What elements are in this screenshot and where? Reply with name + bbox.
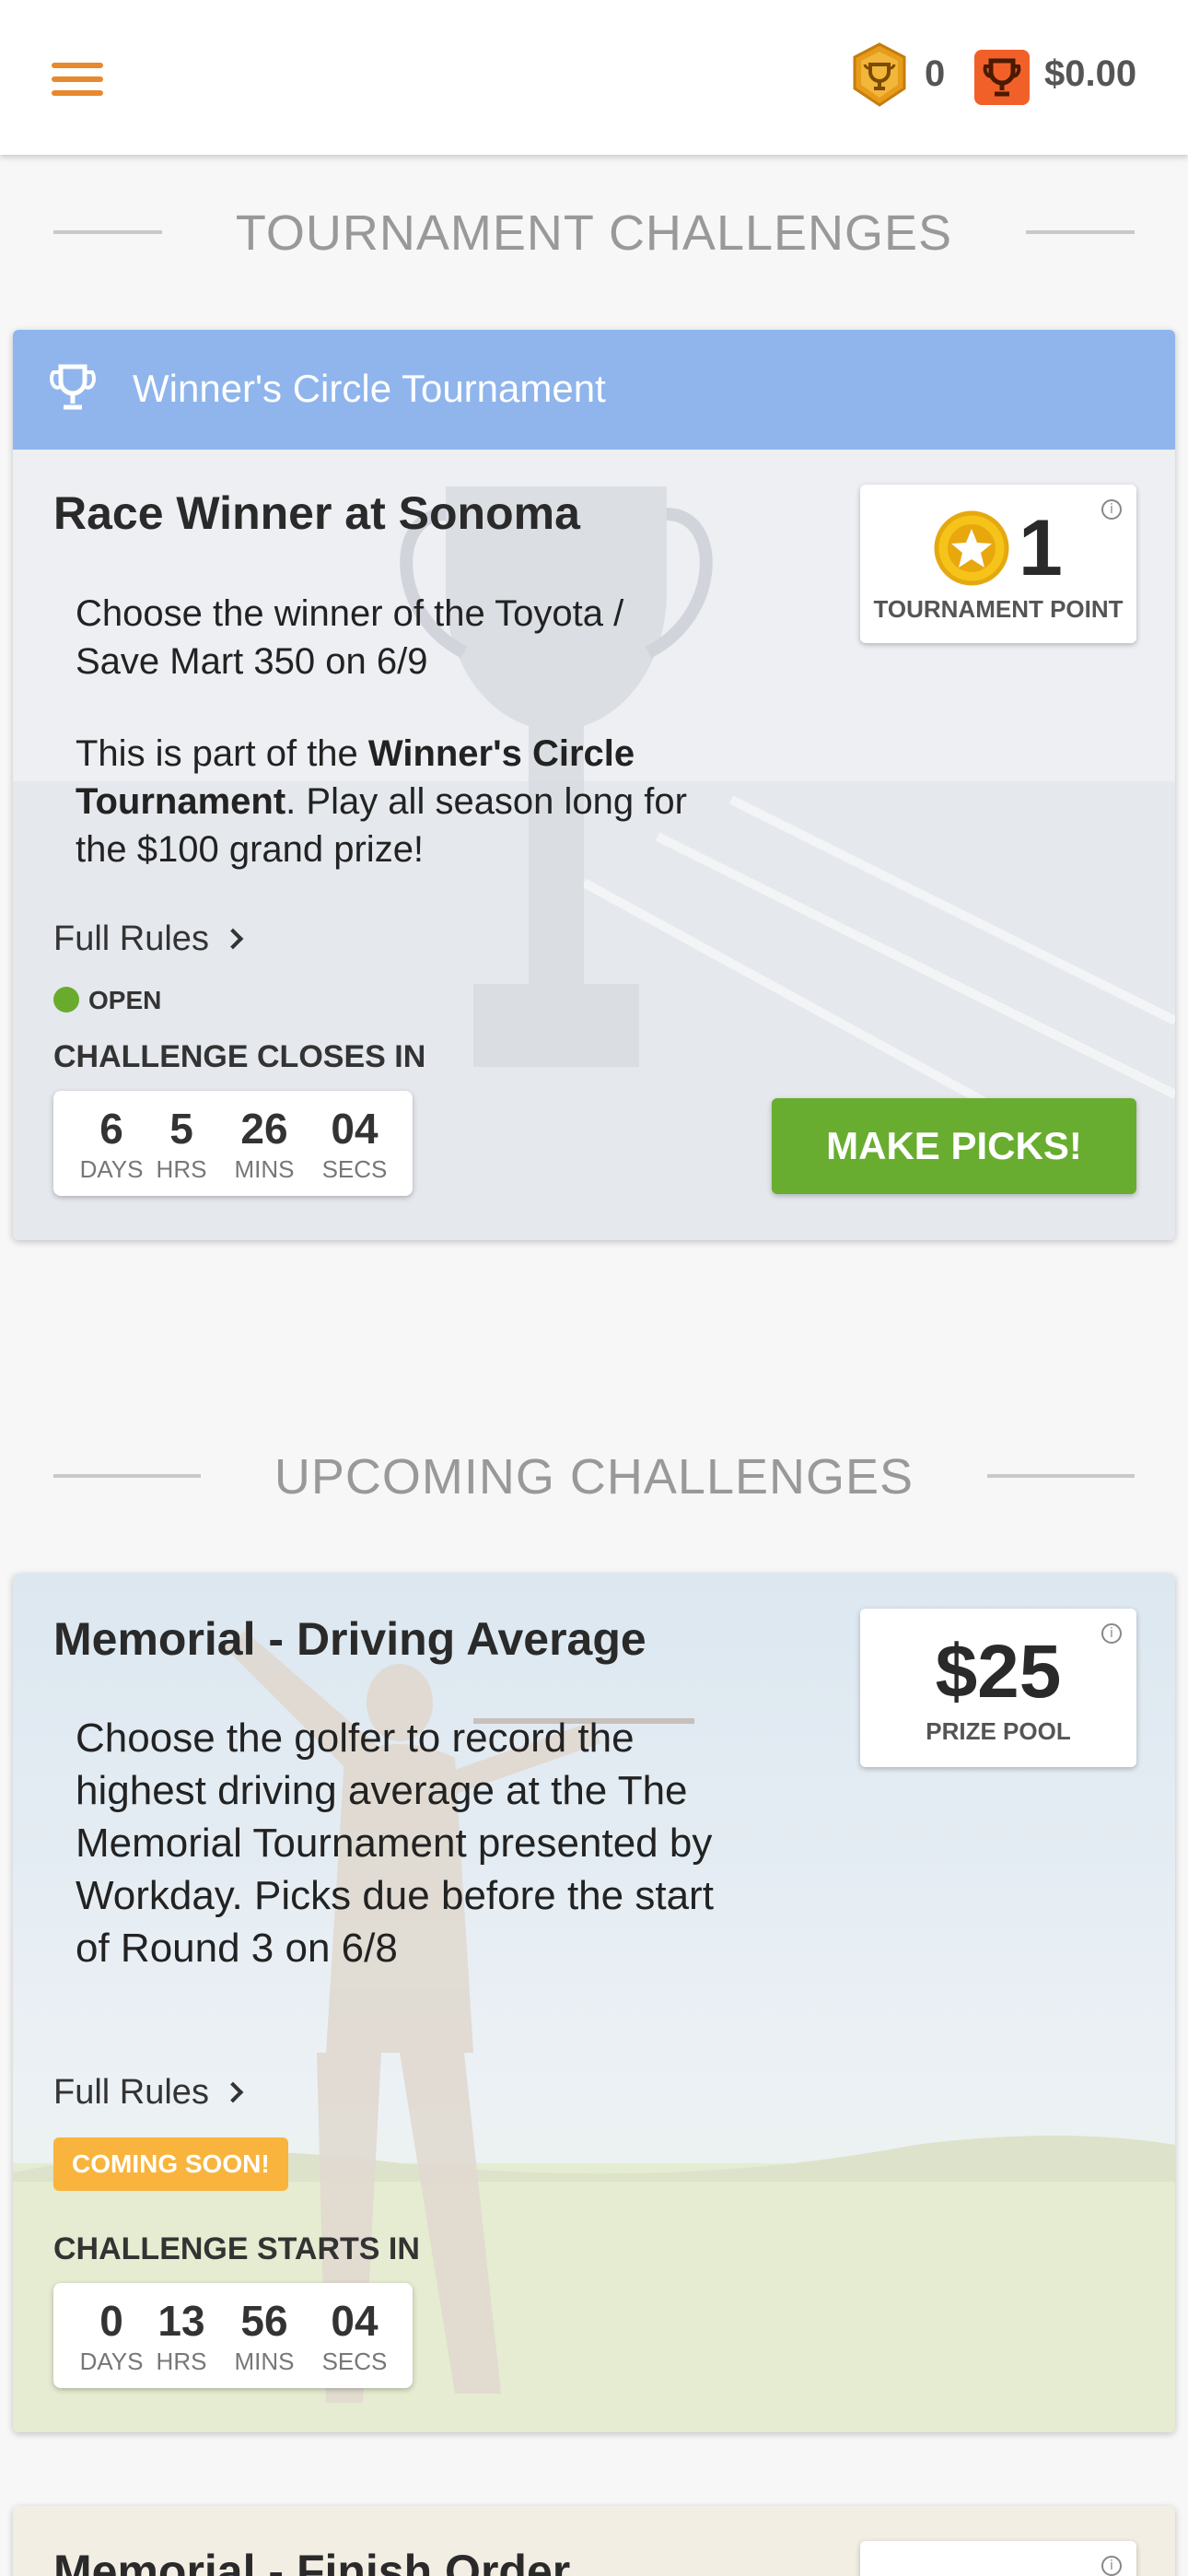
countdown-seconds-value: 04	[331, 1105, 379, 1153]
info-icon[interactable]: i	[1101, 2556, 1122, 2576]
star-coin-icon	[934, 510, 1009, 586]
countdown-timer: 0 DAYS 13 HRS 56 MINS 04 SECS	[53, 2283, 413, 2388]
countdown-seconds-label: SECS	[321, 2348, 388, 2375]
countdown-minutes: 56 MINS	[223, 2283, 306, 2388]
wallet-balance[interactable]: $0.00	[1044, 53, 1136, 95]
countdown-days-value: 6	[99, 1105, 123, 1153]
countdown-seconds: 04 SECS	[313, 1091, 396, 1196]
countdown-hours-value: 13	[157, 2297, 205, 2345]
countdown-label: CHALLENGE STARTS IN	[53, 2231, 420, 2266]
countdown-hours-label: HRS	[156, 1155, 207, 1183]
prize-pool-box: i	[860, 2541, 1136, 2576]
countdown-minutes-label: MINS	[234, 1155, 295, 1183]
countdown-hours: 13 HRS	[149, 2283, 214, 2388]
trophy-wallet-icon	[974, 50, 1030, 105]
trophy-icon	[50, 364, 96, 410]
section-divider-right	[987, 1474, 1135, 1478]
make-picks-button[interactable]: MAKE PICKS!	[772, 1098, 1136, 1194]
challenge-title: Memorial - Driving Average	[53, 1613, 646, 1665]
countdown-seconds-value: 04	[331, 2297, 379, 2345]
tournament-section-title: TOURNAMENT CHALLENGES	[235, 205, 953, 261]
full-rules-link[interactable]: Full Rules	[53, 2073, 244, 2113]
coming-soon-badge: COMING SOON!	[53, 2137, 288, 2191]
tournament-points-label: TOURNAMENT POINT	[873, 595, 1124, 623]
countdown-label: CHALLENGE CLOSES IN	[53, 1039, 426, 1074]
upcoming-challenge-card[interactable]: Memorial - Driving Average Choose the go…	[13, 1574, 1175, 2432]
upcoming-challenge-card[interactable]: Memorial - Finish Order i	[13, 2506, 1175, 2576]
status-dot-icon	[53, 986, 79, 1013]
countdown-minutes-value: 26	[240, 1105, 288, 1153]
section-divider-right	[1026, 230, 1135, 234]
countdown-minutes-label: MINS	[234, 2348, 295, 2375]
countdown-minutes: 26 MINS	[223, 1091, 306, 1196]
status-label: OPEN	[88, 986, 162, 1014]
note-text-pre: This is part of the	[76, 733, 368, 774]
countdown-days-label: DAYS	[79, 2348, 144, 2375]
countdown-days-value: 0	[99, 2297, 123, 2345]
challenge-title: Memorial - Finish Order	[53, 2546, 571, 2576]
challenge-tournament-note: This is part of the Winner's Circle Tour…	[76, 730, 702, 873]
countdown-days: 6 DAYS	[70, 1091, 153, 1196]
countdown-timer: 6 DAYS 5 HRS 26 MINS 04 SECS	[53, 1091, 413, 1196]
countdown-seconds-label: SECS	[321, 1155, 388, 1183]
challenge-description: Choose the winner of the Toyota / Save M…	[76, 593, 624, 682]
hamburger-menu-icon[interactable]	[52, 63, 103, 96]
chevron-right-icon	[222, 928, 244, 950]
full-rules-label: Full Rules	[53, 919, 209, 958]
prize-pool-box: i $25 PRIZE POOL	[860, 1609, 1136, 1767]
full-rules-link[interactable]: Full Rules	[53, 919, 244, 959]
status-badge: OPEN	[53, 986, 161, 1015]
prize-pool-value: $25	[935, 1630, 1062, 1714]
full-rules-label: Full Rules	[53, 2073, 209, 2112]
tournament-points-box: i 1 TOURNAMENT POINT	[860, 485, 1136, 643]
tournament-card-header-label: Winner's Circle Tournament	[133, 367, 606, 410]
top-app-bar: 0 $0.00	[0, 0, 1188, 155]
countdown-hours: 5 HRS	[149, 1091, 214, 1196]
info-icon[interactable]: i	[1101, 499, 1122, 520]
challenge-title: Race Winner at Sonoma	[53, 487, 580, 539]
countdown-days: 0 DAYS	[70, 2283, 153, 2388]
countdown-hours-label: HRS	[156, 2348, 207, 2375]
coin-count: 0	[925, 53, 946, 94]
challenge-description: Choose the golfer to record the highest …	[76, 1715, 714, 1971]
countdown-minutes-value: 56	[240, 2297, 288, 2345]
chevron-right-icon	[222, 2081, 244, 2103]
countdown-hours-value: 5	[169, 1105, 193, 1153]
tournament-points-value: 1	[1019, 504, 1063, 592]
prize-pool-label: PRIZE POOL	[926, 1717, 1071, 1745]
tournament-challenge-card[interactable]: Winner's Circle Tournament Race Winner a…	[13, 330, 1175, 1240]
tournament-card-header: Winner's Circle Tournament	[13, 330, 1175, 450]
countdown-seconds: 04 SECS	[313, 2283, 396, 2388]
countdown-days-label: DAYS	[79, 1155, 144, 1183]
